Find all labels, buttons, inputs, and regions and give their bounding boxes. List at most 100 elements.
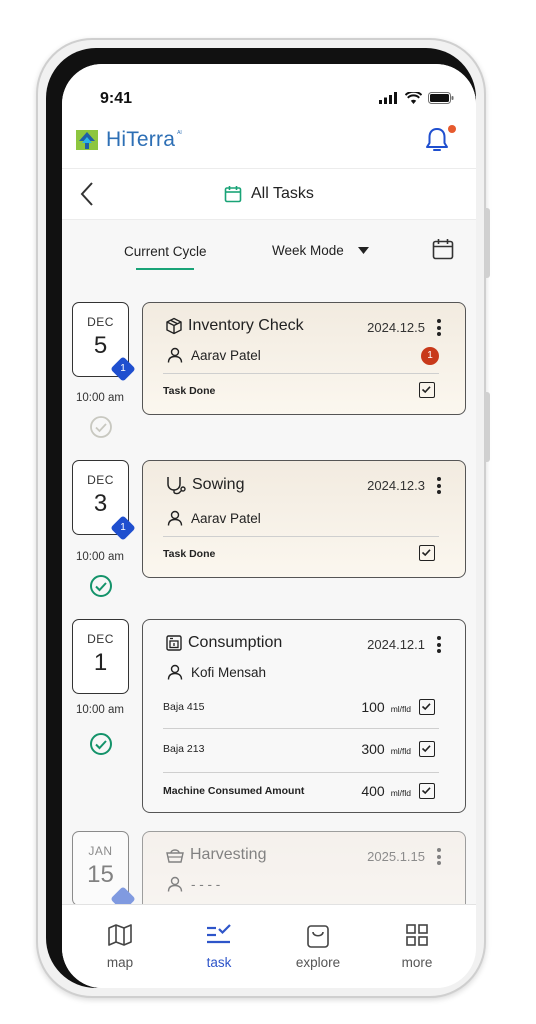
- task-card-consumption[interactable]: Consumption 2024.12.1 Kofi Mensah Baja 4…: [142, 619, 466, 813]
- shopping-bag-icon: [307, 925, 329, 948]
- task-done-label: Task Done: [163, 548, 216, 560]
- more-options-button[interactable]: [437, 477, 441, 497]
- nav-task[interactable]: task: [179, 923, 259, 970]
- task-time: 10:00 am: [76, 704, 124, 716]
- nav-explore[interactable]: explore: [278, 923, 358, 970]
- assignee-name: Aarav Patel: [191, 347, 261, 363]
- person-icon: [167, 664, 183, 680]
- app-logo[interactable]: HiTerra AI: [76, 128, 182, 152]
- task-time: 10:00 am: [76, 392, 124, 404]
- hiterra-logo-icon: [76, 130, 98, 150]
- mode-bar: Current Cycle Week Mode: [62, 220, 476, 284]
- grid-icon: [406, 924, 428, 946]
- date-day: 5: [93, 332, 108, 359]
- notification-dot: [448, 125, 456, 133]
- amount-unit: ml/fld: [390, 746, 411, 756]
- signal-icon: [379, 92, 397, 104]
- amount-unit: ml/fld: [390, 788, 411, 798]
- notification-button[interactable]: [424, 125, 456, 159]
- task-card-inventory[interactable]: Inventory Check 2024.12.5 Aarav Patel 1 …: [142, 302, 466, 415]
- screen: 9:41 HiTerra AI All Tasks Current Cycle …: [62, 64, 476, 988]
- bottom-nav: map task explore more: [62, 904, 476, 988]
- check-circle-icon-done: [90, 575, 112, 597]
- date-day: 1: [93, 649, 108, 676]
- status-time: 9:41: [100, 90, 133, 107]
- check-icon: [421, 549, 431, 557]
- task-done-checkbox[interactable]: [419, 545, 435, 561]
- date-month: DEC: [87, 315, 114, 329]
- task-title: Inventory Check: [188, 317, 304, 334]
- consumption-icon: [166, 635, 182, 651]
- check-circle-icon-pending: [90, 416, 112, 438]
- task-count-badge: 1: [110, 356, 136, 382]
- package-icon: [166, 317, 182, 335]
- bell-icon: [426, 128, 448, 151]
- task-done-label: Task Done: [163, 385, 216, 397]
- task-card-sowing[interactable]: Sowing 2024.12.3 Aarav Patel Task Done: [142, 460, 466, 578]
- check-icon: [421, 745, 431, 753]
- task-title: Consumption: [188, 634, 283, 651]
- battery-icon: [428, 92, 454, 104]
- nav-more[interactable]: more: [377, 923, 457, 970]
- task-list-icon: [207, 924, 231, 944]
- divider: [163, 536, 439, 537]
- nav-map[interactable]: map: [80, 923, 160, 970]
- person-icon: [167, 347, 183, 363]
- divider: [163, 728, 439, 729]
- task-card-header: Sowing: [165, 475, 244, 495]
- alert-count-badge: 1: [421, 347, 439, 365]
- page-title-wrap: All Tasks: [224, 185, 314, 203]
- volume-button: [485, 208, 490, 278]
- more-options-button[interactable]: [437, 848, 441, 868]
- task-assignee: - - - -: [167, 876, 220, 892]
- task-assignee: Aarav Patel: [167, 347, 261, 363]
- consumption-row-checkbox[interactable]: [419, 741, 435, 757]
- date-month: DEC: [87, 473, 114, 487]
- task-list[interactable]: DEC 5 1 10:00 am Inventory Check 2024.12…: [62, 284, 476, 904]
- assignee-name: Kofi Mensah: [191, 664, 267, 680]
- task-card-header: Harvesting: [165, 846, 266, 864]
- power-button: [485, 392, 490, 462]
- phone-bezel: 9:41 HiTerra AI All Tasks Current Cycle …: [46, 48, 476, 988]
- brand-mark: AI: [177, 130, 182, 136]
- consumption-row-checkbox[interactable]: [419, 699, 435, 715]
- task-title: Sowing: [192, 476, 245, 493]
- more-options-button[interactable]: [437, 319, 441, 339]
- status-bar: 9:41: [62, 64, 476, 120]
- harvest-basket-icon: [166, 849, 184, 863]
- amount-value: 300: [361, 741, 385, 757]
- task-card-header: Consumption: [165, 634, 282, 652]
- status-icons: [379, 92, 454, 104]
- check-icon: [421, 386, 431, 394]
- back-button[interactable]: [78, 181, 96, 212]
- task-assignee: Aarav Patel: [167, 510, 261, 526]
- task-title: Harvesting: [190, 846, 267, 863]
- caret-down-icon: [357, 247, 369, 254]
- consumption-row-checkbox[interactable]: [419, 783, 435, 799]
- task-card-harvesting[interactable]: Harvesting 2025.1.15 - - - -: [142, 831, 466, 904]
- calendar-picker-button[interactable]: [432, 238, 454, 265]
- divider: [163, 772, 439, 773]
- consumption-row-amount: 400 ml/fld: [361, 783, 411, 799]
- task-date: 2024.12.5: [367, 320, 425, 335]
- assignee-name: Aarav Patel: [191, 510, 261, 526]
- amount-value: 400: [361, 783, 385, 799]
- date-month: JAN: [88, 844, 113, 858]
- more-options-button[interactable]: [437, 636, 441, 656]
- app-header: HiTerra AI: [62, 120, 476, 168]
- week-mode-label: Week Mode: [272, 243, 344, 258]
- tab-current-cycle[interactable]: Current Cycle: [124, 244, 207, 259]
- consumption-row-amount: 300 ml/fld: [361, 741, 411, 757]
- week-mode-dropdown[interactable]: Week Mode: [272, 243, 369, 258]
- map-icon: [108, 924, 132, 946]
- task-done-checkbox[interactable]: [419, 382, 435, 398]
- chevron-left-icon: [80, 182, 93, 206]
- phone-frame: 9:41 HiTerra AI All Tasks Current Cycle …: [36, 38, 490, 998]
- divider: [163, 373, 439, 374]
- amount-unit: ml/fld: [390, 704, 411, 714]
- consumption-row-label: Machine Consumed Amount: [163, 785, 305, 797]
- consumption-row-label: Baja 415: [163, 701, 205, 713]
- nav-label: explore: [295, 955, 341, 970]
- task-card-header: Inventory Check: [165, 317, 304, 335]
- calendar-icon: [224, 186, 242, 203]
